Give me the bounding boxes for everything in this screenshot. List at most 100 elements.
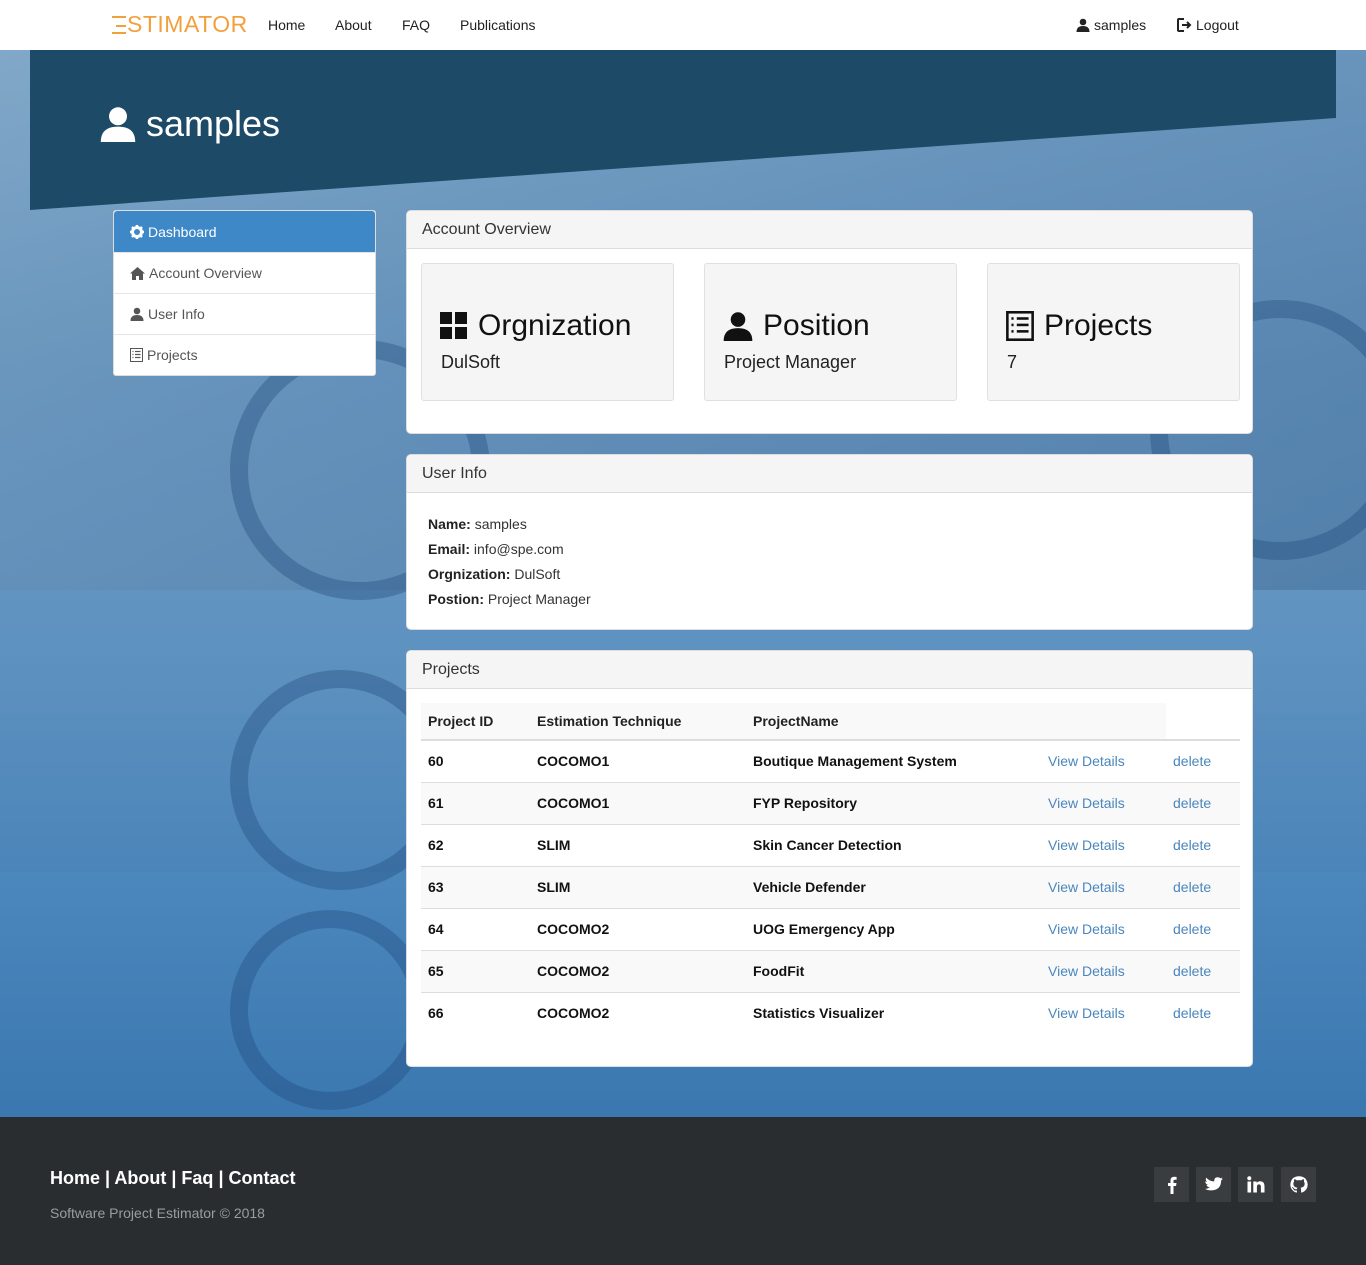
column-header: Estimation Technique (530, 703, 746, 741)
top-navbar: STIMATOR Home About FAQ Publications sam… (0, 0, 1366, 50)
sidebar-item-label: Projects (147, 347, 198, 363)
footer-separator: | (213, 1168, 229, 1188)
info-label: Postion: (428, 591, 484, 607)
estimation-technique-cell: COCOMO1 (530, 781, 746, 824)
twitter-icon (1204, 1177, 1223, 1191)
info-row-name: Name: samples (428, 515, 527, 533)
projects-table: Project ID Estimation Technique ProjectN… (421, 703, 1240, 1034)
column-header-blank (1041, 703, 1166, 741)
nav-publications[interactable]: Publications (460, 16, 536, 34)
gear-icon (130, 224, 144, 239)
logout-icon (1177, 18, 1192, 32)
github-icon (1289, 1175, 1308, 1193)
projects-card: Projects 7 (987, 263, 1240, 401)
footer-link-home[interactable]: Home (50, 1168, 100, 1188)
twitter-button[interactable] (1196, 1167, 1231, 1202)
delete-link[interactable]: delete (1166, 991, 1240, 1034)
user-info-panel: User Info Name: samples Email: info@spe.… (406, 454, 1253, 630)
user-icon (723, 312, 753, 341)
column-header-blank (1166, 703, 1240, 741)
project-id-cell: 63 (421, 865, 530, 908)
sidebar-item-label: Dashboard (148, 223, 217, 240)
delete-link[interactable]: delete (1166, 907, 1240, 950)
facebook-button[interactable] (1154, 1167, 1189, 1202)
nav-user-label: samples (1094, 17, 1147, 33)
footer-link-contact[interactable]: Contact (228, 1168, 295, 1188)
card-title: Position (723, 306, 870, 346)
info-row-organization: Orgnization: DulSoft (428, 565, 560, 583)
view-details-link[interactable]: View Details (1041, 865, 1166, 908)
page-title: samples (100, 102, 280, 146)
project-id-cell: 60 (428, 753, 444, 770)
sidebar-item-projects[interactable]: Projects (114, 334, 375, 375)
position-card: Position Project Manager (704, 263, 957, 401)
table-row: 66 COCOMO2 Statistics Visualizer View Detai… (421, 991, 1240, 1034)
view-details-link[interactable]: View Details (1041, 781, 1166, 824)
sidebar-item-account-overview[interactable]: Account Overview (114, 252, 375, 293)
card-value: 7 (1007, 352, 1018, 372)
nav-logout[interactable]: Logout (1177, 16, 1239, 34)
nav-home[interactable]: Home (268, 16, 305, 34)
user-icon (100, 107, 136, 142)
estimation-technique-cell: COCOMO2 (530, 991, 746, 1034)
table-row: 64 COCOMO2 UOG Emergency App View Details de… (421, 907, 1240, 950)
delete-link[interactable]: delete (1166, 823, 1240, 866)
view-details-link[interactable]: View Details (1041, 740, 1166, 782)
facebook-icon (1167, 1176, 1177, 1194)
panel-heading: User Info (407, 455, 1252, 493)
info-label: Name: (428, 516, 471, 532)
project-name-cell: FYP Repository (746, 781, 1041, 824)
project-name-cell: UOG Emergency App (746, 907, 1041, 950)
table-row: 60 COCOMO1 Boutique Management System View … (421, 740, 1240, 782)
delete-link[interactable]: delete (1166, 740, 1240, 782)
organization-card: Orgnization DulSoft (421, 263, 674, 401)
footer-link-faq[interactable]: Faq (181, 1168, 213, 1188)
estimation-technique-cell: COCOMO1 (537, 753, 610, 770)
view-details-link[interactable]: View Details (1041, 823, 1166, 866)
nav-user[interactable]: samples (1076, 16, 1146, 34)
delete-link[interactable]: delete (1166, 949, 1240, 992)
info-label: Email: (428, 541, 471, 557)
brand-text: STIMATOR (127, 11, 248, 37)
estimation-technique-cell: COCOMO2 (530, 907, 746, 950)
info-row-position: Postion: Project Manager (428, 590, 591, 608)
estimation-technique-cell: SLIM (530, 823, 746, 866)
user-icon (1076, 18, 1090, 32)
column-header: ProjectName (746, 703, 1041, 741)
sidebar-item-user-info[interactable]: User Info (114, 293, 375, 334)
list-icon (130, 348, 143, 362)
view-details-link[interactable]: View Details (1041, 949, 1166, 992)
footer-separator: | (166, 1168, 182, 1188)
project-name-cell: Vehicle Defender (746, 865, 1041, 908)
table-row: 61 COCOMO1 FYP Repository View Details delet… (421, 781, 1240, 824)
linkedin-button[interactable] (1238, 1167, 1273, 1202)
view-details-link[interactable]: View Details (1041, 991, 1166, 1034)
table-row: 63 SLIM Vehicle Defender View Details delete (421, 865, 1240, 908)
nav-faq[interactable]: FAQ (402, 16, 430, 34)
project-name-cell: Skin Cancer Detection (746, 823, 1041, 866)
delete-link[interactable]: delete (1166, 865, 1240, 908)
nav-logout-label: Logout (1196, 17, 1239, 33)
estimation-technique-cell: COCOMO2 (530, 949, 746, 992)
info-label: Orgnization: (428, 566, 511, 582)
project-id-cell: 66 (421, 991, 530, 1034)
page-title-text: samples (146, 103, 281, 144)
info-value: info@spe.com (473, 541, 564, 557)
nav-about[interactable]: About (335, 16, 372, 34)
account-overview-panel: Account Overview Orgnization DulSoft Pos… (406, 210, 1253, 434)
project-name-cell: FoodFit (746, 949, 1041, 992)
sidebar-item-dashboard[interactable]: Dashboard (114, 211, 375, 252)
project-id-cell: 65 (421, 949, 530, 992)
project-id-cell: 62 (421, 823, 530, 866)
view-details-link[interactable]: View Details (1041, 907, 1166, 950)
footer-link-about[interactable]: About (114, 1168, 166, 1188)
list-icon (1006, 311, 1034, 341)
delete-link[interactable]: delete (1166, 781, 1240, 824)
card-value: DulSoft (441, 352, 501, 372)
brand-logo[interactable]: STIMATOR (112, 10, 248, 38)
card-title-text: Projects (1044, 309, 1153, 342)
github-button[interactable] (1281, 1167, 1316, 1202)
projects-panel: Projects Project ID Estimation Technique… (406, 650, 1253, 1067)
sidebar-item-label: User Info (148, 306, 205, 322)
project-name-cell: Boutique Management System (753, 753, 957, 770)
